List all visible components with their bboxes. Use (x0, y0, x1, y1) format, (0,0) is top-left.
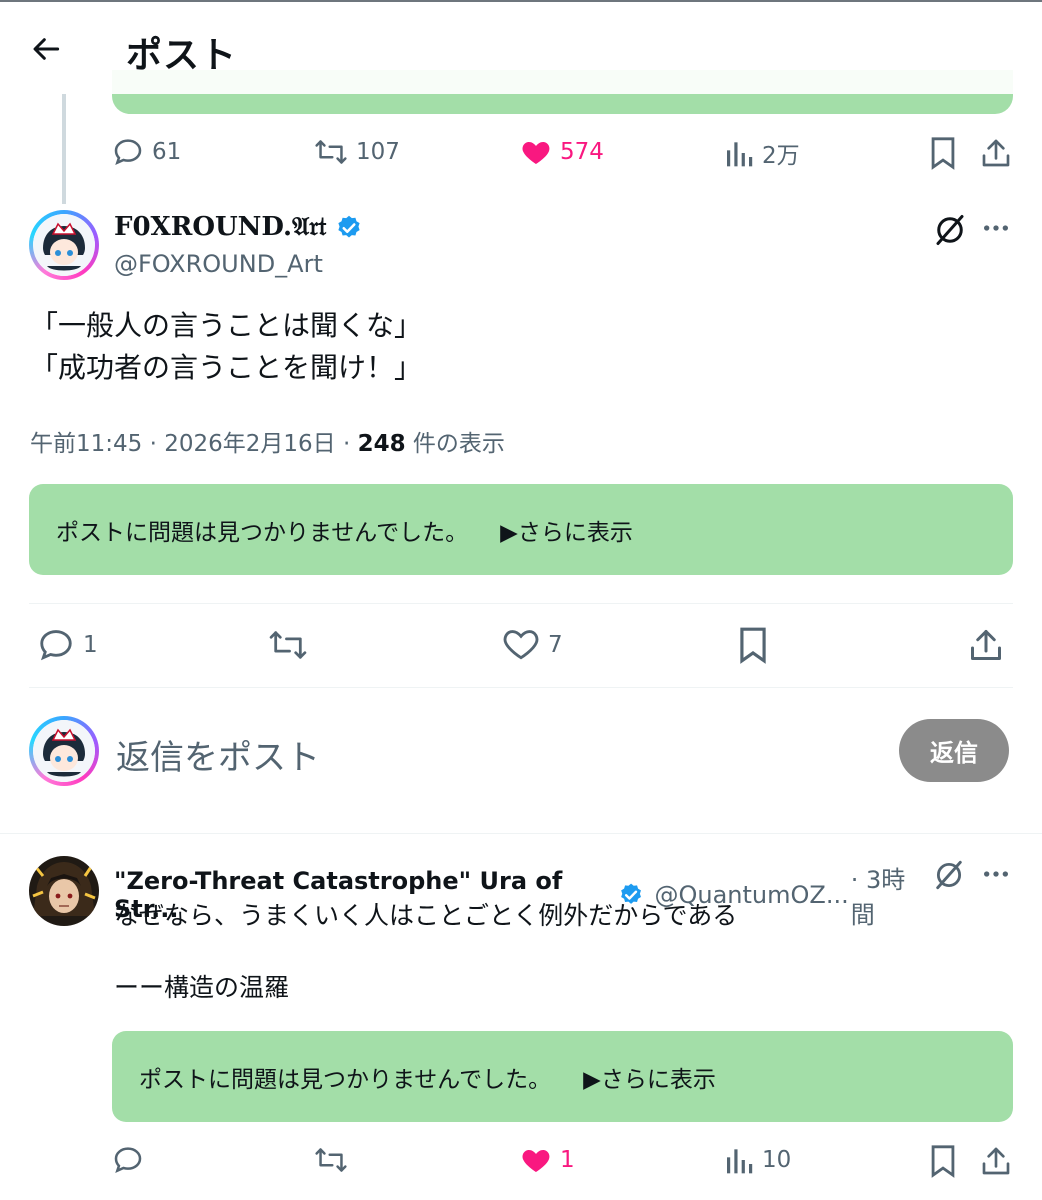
author-handle[interactable]: @FOXROUND_Art (114, 250, 323, 278)
reply-icon (114, 139, 142, 165)
reply-community-note-box: ポストに問題は見つかりませんでした。 ▶さらに表示 (112, 1031, 1013, 1122)
post-text-line-2: 「成功者の言うことを聞け！」 (30, 351, 423, 384)
grok-icon (936, 860, 962, 890)
more-options-button[interactable] (980, 212, 1012, 244)
reply-post-views-count: 10 (762, 1147, 792, 1173)
avatar-image (29, 856, 99, 926)
repost-icon (315, 140, 347, 164)
reply-post-text: なぜなら、うまくいく人はことごとく例外だからである ーー構造の温羅 (114, 898, 1004, 1006)
prev-reply-button[interactable]: 61 (112, 136, 181, 168)
repost-icon (269, 631, 307, 659)
avatar-image (33, 214, 95, 276)
post-views-label: 件の表示 (405, 431, 505, 457)
page-title: ポスト (126, 35, 238, 76)
avatar-image (33, 720, 95, 782)
main-post-avatar[interactable] (29, 210, 99, 280)
post-views-count: 248 (357, 431, 406, 457)
prev-share-button[interactable] (980, 136, 1012, 170)
grok-icon (936, 215, 964, 245)
reply-text-line-1: なぜなら、うまくいく人はことごとく例外だからである (114, 901, 738, 930)
bookmark-icon (740, 627, 766, 664)
back-button[interactable] (22, 24, 72, 74)
reply-post-reply-button[interactable] (112, 1144, 152, 1176)
ellipsis-icon (984, 225, 1008, 231)
arrow-left-icon (33, 38, 60, 60)
share-icon (971, 630, 1001, 660)
bookmark-button[interactable] (736, 626, 770, 664)
reply-input[interactable]: 返信をポスト (116, 730, 320, 779)
ellipsis-icon (984, 871, 1008, 877)
repost-icon (315, 1148, 347, 1172)
community-note-box: ポストに問題は見つかりませんでした。 ▶さらに表示 (29, 484, 1013, 575)
reply-author-avatar[interactable] (29, 856, 99, 926)
reply-post-views-button[interactable]: 10 (724, 1144, 791, 1176)
views-chart-icon (727, 142, 753, 167)
prev-bookmark-button[interactable] (928, 136, 958, 170)
prev-like-button[interactable]: 574 (520, 136, 604, 168)
reply-post-bookmark-button[interactable] (928, 1144, 958, 1178)
reply-post-repost-button[interactable] (314, 1144, 356, 1176)
reply-post-like-count: 1 (560, 1147, 575, 1173)
note-text: ポストに問題は見つかりませんでした。 (56, 519, 469, 546)
bookmark-icon (931, 137, 955, 170)
repost-button[interactable] (268, 626, 316, 664)
like-button[interactable]: 7 (502, 626, 563, 664)
header-bar: ポスト (0, 2, 1042, 94)
main-post-text: 「一般人の言うことは聞くな」 「成功者の言うことを聞け！」 (30, 305, 1010, 389)
prev-repost-button[interactable]: 107 (314, 136, 400, 168)
author-display-name[interactable]: F0XROUND.𝔄𝔯𝔱 (114, 212, 327, 243)
reply-button[interactable]: 1 (37, 626, 98, 664)
thread-connector-line (62, 94, 66, 204)
divider (29, 603, 1013, 604)
reply-text-line-2: ーー構造の温羅 (114, 973, 290, 1002)
composer-avatar (29, 716, 99, 786)
divider (29, 687, 1013, 688)
reply-post-like-button[interactable]: 1 (520, 1144, 575, 1176)
prev-views-button[interactable]: 2万 (724, 136, 800, 170)
reply-text-blank-line (114, 934, 1004, 970)
verified-badge-icon (337, 215, 360, 237)
reply-icon (114, 1147, 142, 1173)
share-icon (982, 139, 1010, 167)
reply-grok-button[interactable] (932, 858, 966, 892)
heart-icon (503, 630, 539, 660)
reply-submit-button[interactable]: 返信 (899, 719, 1009, 782)
reply-more-options-button[interactable] (980, 858, 1012, 890)
like-count: 7 (548, 632, 563, 658)
prev-views-count: 2万 (762, 143, 800, 169)
divider (0, 833, 1042, 834)
reply-icon (40, 630, 72, 661)
prev-repost-count: 107 (356, 139, 400, 165)
heart-filled-icon (522, 1150, 550, 1172)
views-chart-icon (727, 1149, 753, 1174)
post-text-line-1: 「一般人の言うことは聞くな」 (30, 309, 423, 342)
main-post-author[interactable]: F0XROUND.𝔄𝔯𝔱 (114, 212, 363, 243)
note-show-more-link[interactable]: ▶さらに表示 (583, 1060, 716, 1094)
prev-like-count: 574 (560, 139, 604, 165)
note-show-more-link[interactable]: ▶さらに表示 (500, 513, 633, 547)
reply-post-share-button[interactable] (980, 1144, 1012, 1178)
note-text: ポストに問題は見つかりませんでした。 (139, 1066, 552, 1093)
grok-button[interactable] (932, 212, 968, 248)
post-timestamp[interactable]: 午前11:45 · 2026年2月16日 · (30, 431, 358, 457)
heart-filled-icon (522, 142, 550, 164)
share-icon (982, 1147, 1010, 1175)
bookmark-icon (931, 1145, 955, 1178)
post-metadata: 午前11:45 · 2026年2月16日 · 248 件の表示 (30, 424, 505, 458)
reply-count: 1 (83, 632, 98, 658)
prev-reply-count: 61 (152, 139, 182, 165)
share-button[interactable] (968, 626, 1004, 664)
